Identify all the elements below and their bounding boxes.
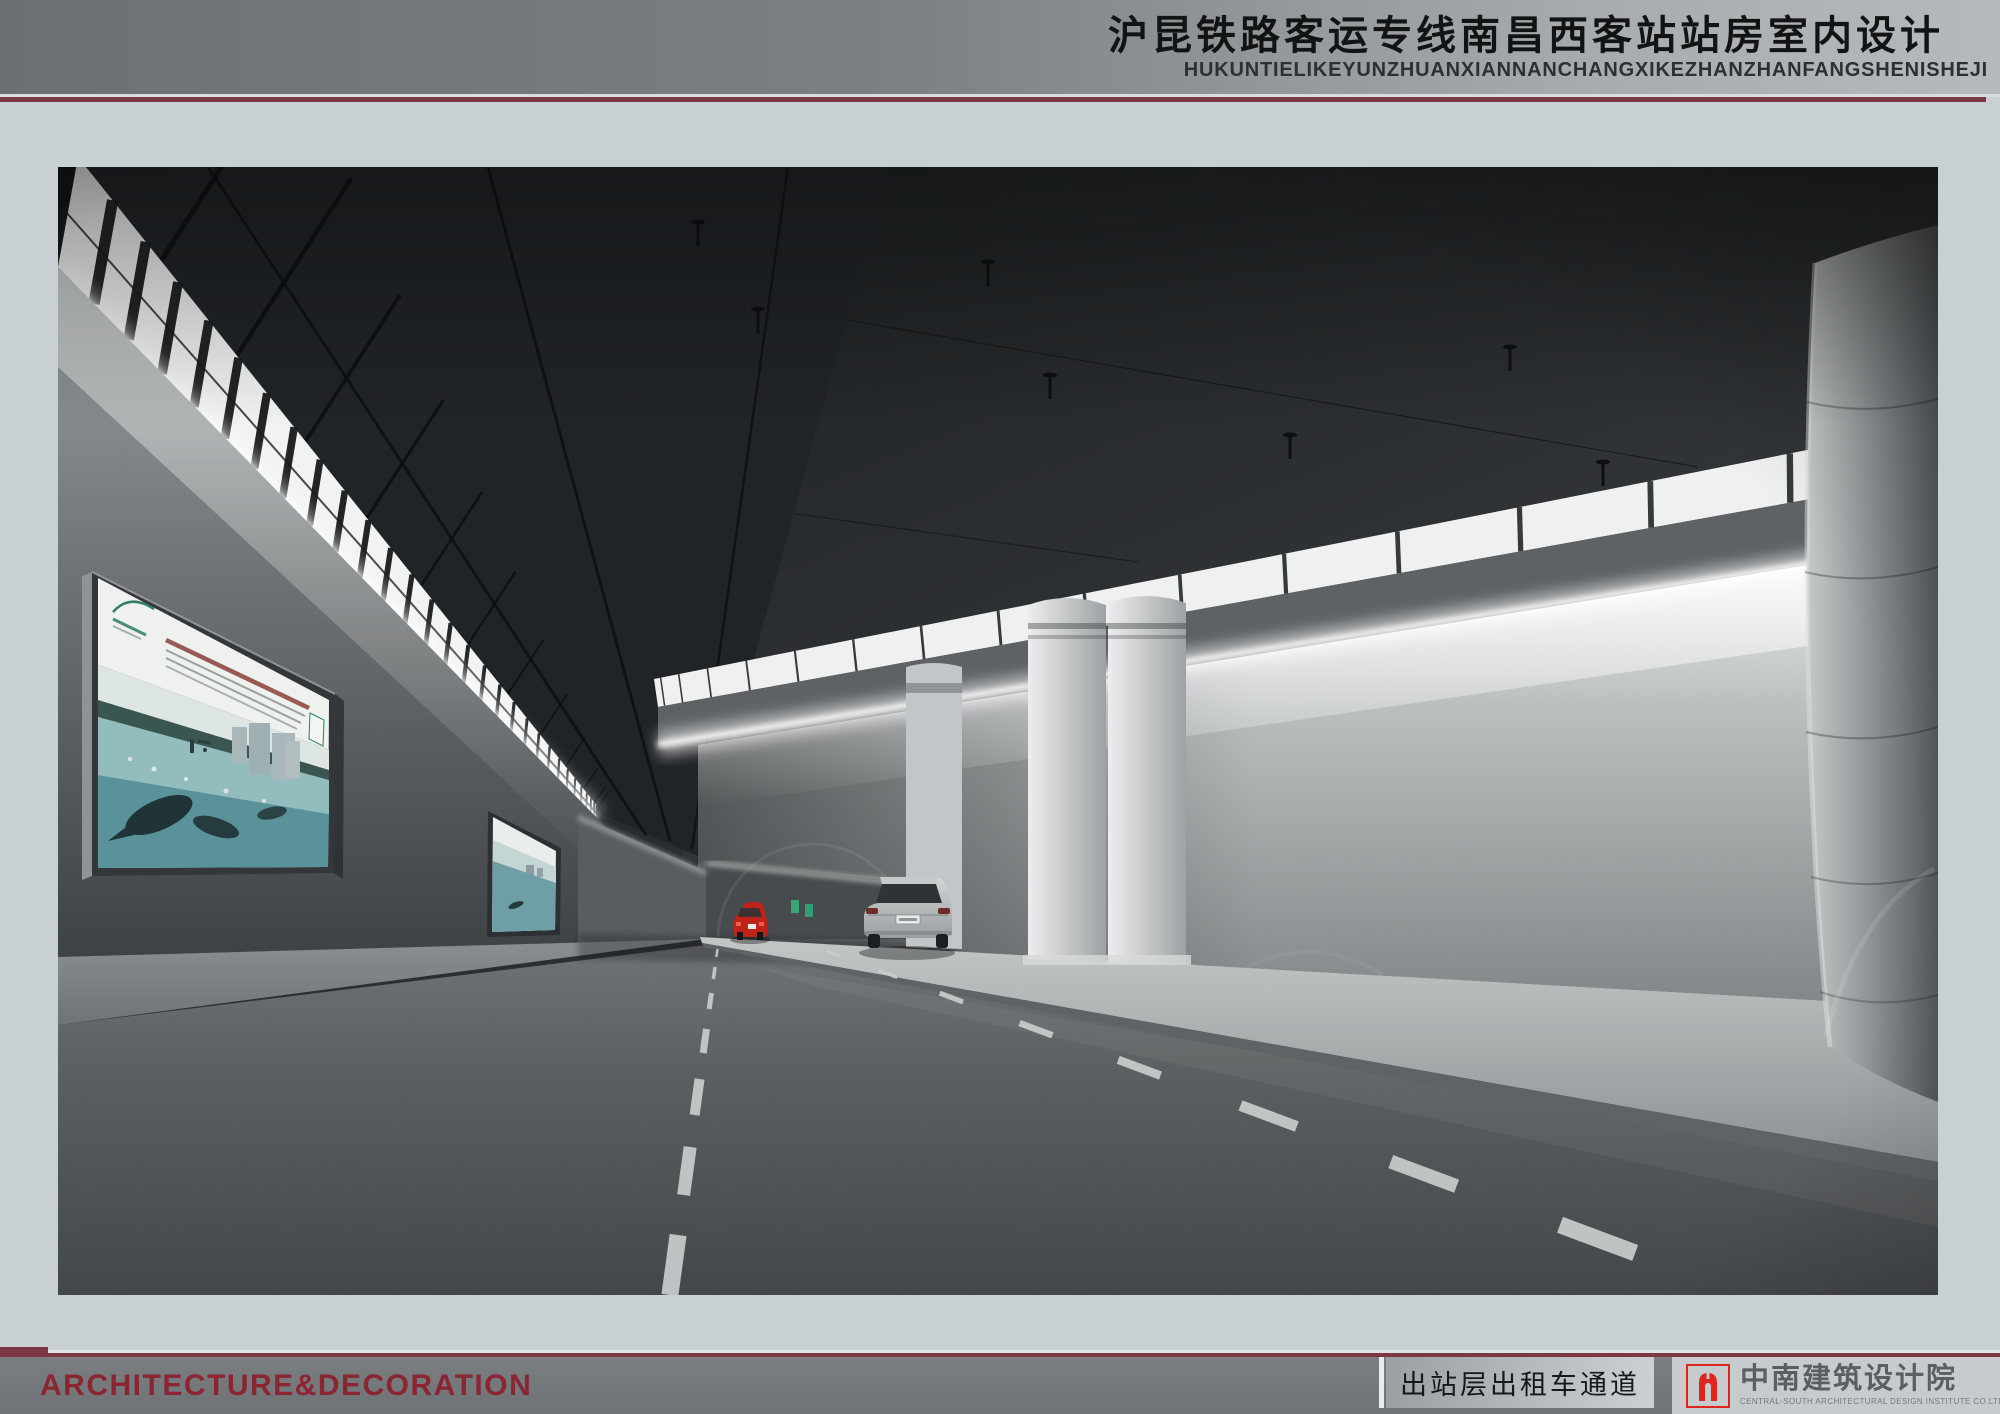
drawing-caption-panel: 出站层出租车通道 bbox=[1386, 1357, 1654, 1408]
presentation-board: { "header": { "title": "沪昆铁路客运专线南昌西客站站房室… bbox=[0, 0, 2000, 1414]
brand-wordmark: ARCHITECTURE&DECORATION bbox=[40, 1357, 532, 1414]
company-panel: 中南建筑设计院 CENTRAL-SOUTH ARCHITECTURAL DESI… bbox=[1672, 1357, 2000, 1414]
company-name: 中南建筑设计院 bbox=[1740, 1365, 2000, 1394]
page-title: 沪昆铁路客运专线南昌西客站站房室内设计 HUKUNTIELIKEYUNZHUAN… bbox=[1108, 14, 1988, 82]
caption-divider bbox=[1379, 1357, 1384, 1408]
vignette bbox=[58, 167, 1938, 1295]
company-logo-icon bbox=[1686, 1364, 1730, 1408]
drawing-caption: 出站层出租车通道 bbox=[1400, 1363, 1640, 1402]
rendering-image bbox=[58, 167, 1938, 1295]
company-text: 中南建筑设计院 CENTRAL-SOUTH ARCHITECTURAL DESI… bbox=[1740, 1365, 2000, 1406]
page-title-pinyin: HUKUNTIELIKEYUNZHUANXIANNANCHANGXIKEZHAN… bbox=[1184, 59, 1988, 82]
header-divider-red bbox=[0, 97, 1986, 102]
footer-divider-stub bbox=[0, 1347, 48, 1357]
tunnel-rendering bbox=[58, 167, 1938, 1295]
page-title-chinese: 沪昆铁路客运专线南昌西客站站房室内设计 bbox=[1108, 14, 1944, 58]
company-subtitle: CENTRAL-SOUTH ARCHITECTURAL DESIGN INSTI… bbox=[1740, 1397, 2000, 1406]
